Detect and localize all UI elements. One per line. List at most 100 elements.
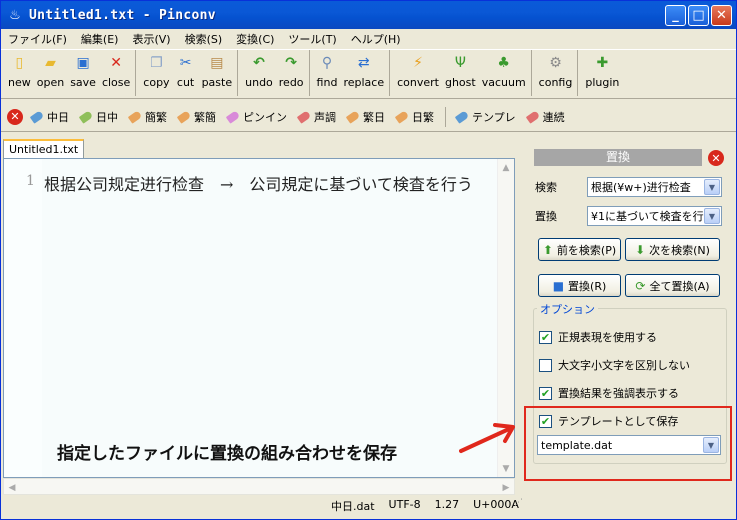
save-disk-icon: ▣ (76, 55, 90, 71)
conv-template[interactable]: テンプレ (454, 109, 516, 125)
replace-button[interactable]: ⇄ replace (340, 50, 387, 89)
new-file-icon: ▯ (15, 55, 24, 71)
arrow-down-icon: ⬇ (635, 242, 646, 257)
replace-value: ¥1に基づいて検査を行 (591, 210, 704, 223)
ghost-button[interactable]: Ψ ghost (442, 50, 479, 89)
menu-file[interactable]: ファイル(F) (1, 31, 74, 47)
conversion-bar: ✕ 中日 日中 簡繁 繁簡 ピンイン 声調 繁日 日繁 テンプレ 連続 (1, 102, 736, 132)
conv-trad-simp[interactable]: 繁簡 (176, 109, 216, 125)
menu-tools[interactable]: ツール(T) (281, 31, 343, 47)
chevron-down-icon[interactable]: ▼ (704, 179, 720, 195)
option-highlight[interactable]: ✔ 置換結果を強調表示する (539, 385, 679, 401)
arrow-up-icon: ⬆ (542, 242, 553, 257)
undo-label: undo (245, 76, 273, 89)
close-x-icon[interactable]: ✕ (7, 108, 23, 125)
option-regex-label: 正規表現を使用する (558, 331, 657, 344)
plugin-button[interactable]: ✚ plugin (582, 50, 622, 89)
replace-all-button[interactable]: ⟳ 全て置換(A) (625, 274, 720, 297)
save-button[interactable]: ▣ save (67, 50, 99, 89)
option-ignore-case[interactable]: 大文字小文字を区別しない (539, 357, 690, 373)
maximize-button[interactable]: □ (688, 5, 709, 26)
config-button[interactable]: ⚙ config (536, 50, 576, 89)
menu-edit[interactable]: 編集(E) (74, 31, 126, 47)
app-window: ♨ Untitled1.txt - Pinconv _ □ ✕ ファイル(F) … (0, 0, 737, 520)
paste-icon: ▤ (210, 55, 224, 71)
status-char: U+000A (473, 498, 519, 511)
close-button[interactable]: ✕ (711, 5, 732, 26)
scroll-up-icon[interactable]: ▲ (498, 159, 514, 176)
line-gutter (4, 159, 42, 477)
menu-convert[interactable]: 変換(C) (229, 31, 281, 47)
tag-icon (454, 109, 470, 124)
replace-row: 置換 ¥1に基づいて検査を行 ▼ (535, 206, 722, 226)
redo-arrow-icon: ↷ (285, 55, 298, 71)
conv-tone[interactable]: 声調 (296, 109, 336, 125)
conv-chain[interactable]: 連続 (525, 109, 565, 125)
minimize-button[interactable]: _ (665, 5, 686, 26)
open-folder-icon: ▰ (45, 55, 56, 71)
conv-trad-ja[interactable]: 繁日 (345, 109, 385, 125)
close-file-button[interactable]: ✕ close (99, 50, 133, 89)
conv-simp-trad[interactable]: 簡繁 (127, 109, 167, 125)
find-prev-button[interactable]: ⬆ 前を検索(P) (538, 238, 621, 261)
menu-search[interactable]: 検索(S) (178, 31, 230, 47)
checkbox-ignore-case[interactable] (539, 358, 552, 372)
conv-ja-trad[interactable]: 日繁 (394, 109, 434, 125)
tab-untitled1[interactable]: Untitled1.txt (3, 139, 85, 158)
conv-label: 日繁 (412, 110, 434, 124)
copy-label: copy (143, 76, 170, 89)
conv-label: テンプレ (472, 110, 516, 124)
checkbox-highlight[interactable]: ✔ (539, 386, 552, 400)
replace-input[interactable]: ¥1に基づいて検査を行 ▼ (587, 206, 722, 226)
open-button[interactable]: ▰ open (34, 50, 67, 89)
new-button[interactable]: ▯ new (5, 50, 34, 89)
horizontal-scrollbar[interactable]: ◀ ▶ (3, 478, 515, 495)
conv-zh-ja[interactable]: 中日 (29, 109, 69, 125)
vacuum-button[interactable]: ♣ vacuum (479, 50, 529, 89)
copy-button[interactable]: ❐ copy (140, 50, 172, 89)
scroll-down-icon[interactable]: ▼ (498, 460, 514, 477)
vacuum-label: vacuum (481, 76, 526, 89)
conv-label: 連続 (542, 110, 565, 124)
conv-label: 簡繁 (145, 110, 167, 124)
conv-label: ピンイン (243, 110, 287, 124)
window-controls: _ □ ✕ (665, 5, 732, 26)
redo-button[interactable]: ↷ redo (276, 50, 307, 89)
search-input[interactable]: 根据(¥w+)进行检査 ▼ (587, 177, 722, 197)
scroll-right-icon[interactable]: ▶ (498, 479, 514, 496)
tag-icon (29, 109, 45, 124)
close-label: close (101, 76, 131, 89)
replace-once-button[interactable]: ■ 置換(R) (538, 274, 621, 297)
conv-label: 日中 (96, 110, 118, 124)
find-button[interactable]: ⚲ find (314, 50, 341, 89)
status-encoding: UTF-8 (388, 498, 421, 511)
conv-pinyin[interactable]: ピンイン (225, 109, 287, 125)
chevron-down-icon[interactable]: ▼ (704, 208, 720, 224)
find-label: find (316, 76, 338, 89)
editor-text[interactable]: 根据公司规定进行检查 → 公司規定に基づいて検査を行う (44, 171, 473, 195)
paste-button[interactable]: ▤ paste (199, 50, 236, 89)
redo-label: redo (278, 76, 304, 89)
find-next-button[interactable]: ⬇ 次を検索(N) (625, 238, 720, 261)
undo-arrow-icon: ↶ (253, 55, 265, 71)
resize-grip-icon[interactable]: ⋰ (514, 498, 528, 514)
cut-button[interactable]: ✂ cut (173, 50, 199, 89)
checkbox-regex[interactable]: ✔ (539, 330, 552, 344)
toolbar-group-config: ⚙ config (536, 50, 579, 96)
menu-help[interactable]: ヘルプ(H) (344, 31, 408, 47)
red-arrow-icon (459, 423, 515, 453)
save-label: save (70, 76, 96, 89)
menu-view[interactable]: 表示(V) (125, 31, 177, 47)
text-editor[interactable]: 1 根据公司规定进行检查 → 公司規定に基づいて検査を行う ▲ ▼ (3, 158, 515, 478)
conv-label: 繁簡 (194, 110, 216, 124)
conv-label: 繁日 (363, 110, 385, 124)
conv-ja-zh[interactable]: 日中 (78, 109, 118, 125)
undo-button[interactable]: ↶ undo (242, 50, 276, 89)
search-label: 検索 (535, 181, 557, 194)
toolbar-group-file: ▯ new ▰ open ▣ save ✕ close (5, 50, 137, 96)
magnifier-icon: ⚲ (321, 55, 333, 71)
scroll-left-icon[interactable]: ◀ (4, 479, 20, 496)
option-regex[interactable]: ✔ 正規表現を使用する (539, 329, 657, 345)
convert-button[interactable]: ⚡ convert (394, 50, 442, 89)
panel-close-icon[interactable]: ✕ (708, 150, 724, 166)
